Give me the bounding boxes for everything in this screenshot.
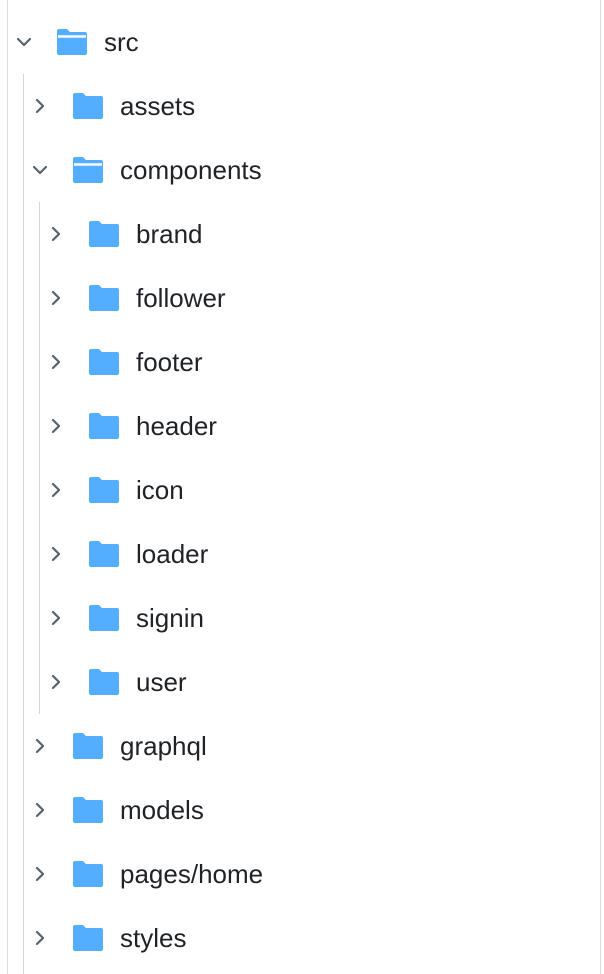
tree-item-label: src xyxy=(104,27,139,57)
tree-item-label: models xyxy=(120,795,204,825)
tree-item-loader[interactable]: loader xyxy=(0,522,598,586)
tree-item-label: loader xyxy=(136,539,209,569)
tree-item-icon[interactable]: icon xyxy=(0,458,598,522)
folder-icon xyxy=(72,90,104,122)
tree-item-label: assets xyxy=(120,91,196,121)
folder-icon xyxy=(88,282,120,314)
chevron-right-icon[interactable] xyxy=(30,864,50,884)
tree-item-signin[interactable]: signin xyxy=(0,586,598,650)
chevron-right-icon[interactable] xyxy=(46,288,66,308)
folder-icon xyxy=(88,410,120,442)
tree-item-label: signin xyxy=(136,603,204,633)
tree-item-label: header xyxy=(136,411,217,441)
tree-item-label: brand xyxy=(136,219,203,249)
chevron-right-icon[interactable] xyxy=(30,736,50,756)
chevron-right-icon[interactable] xyxy=(46,608,66,628)
folder-icon xyxy=(88,602,120,634)
chevron-right-icon[interactable] xyxy=(46,544,66,564)
folder-icon xyxy=(72,922,104,954)
tree-item-components[interactable]: components xyxy=(0,138,598,202)
tree-item-label: follower xyxy=(136,283,226,313)
tree-item-footer[interactable]: footer xyxy=(0,330,598,394)
folder-open-icon xyxy=(72,154,104,186)
chevron-right-icon[interactable] xyxy=(46,672,66,692)
tree-item-label: icon xyxy=(136,475,184,505)
chevron-right-icon[interactable] xyxy=(46,352,66,372)
chevron-right-icon[interactable] xyxy=(30,928,50,948)
tree-item-label: styles xyxy=(120,923,187,953)
folder-icon xyxy=(88,218,120,250)
tree-item-assets[interactable]: assets xyxy=(0,74,598,138)
chevron-right-icon[interactable] xyxy=(46,416,66,436)
tree-right-border xyxy=(600,0,601,974)
folder-icon xyxy=(88,538,120,570)
chevron-down-icon[interactable] xyxy=(30,160,50,180)
tree-item-user[interactable]: user xyxy=(0,650,598,714)
tree-item-label: footer xyxy=(136,347,203,377)
folder-icon xyxy=(72,858,104,890)
tree-item-src[interactable]: src xyxy=(0,10,598,74)
tree-item-label: graphql xyxy=(120,731,207,761)
folder-icon xyxy=(88,474,120,506)
tree-item-styles[interactable]: styles xyxy=(0,906,598,970)
tree-item-graphql[interactable]: graphql xyxy=(0,714,598,778)
tree-item-pages-home[interactable]: pages/home xyxy=(0,842,598,906)
folder-icon xyxy=(88,346,120,378)
folder-icon xyxy=(72,730,104,762)
folder-icon xyxy=(88,666,120,698)
tree-item-label: components xyxy=(120,155,262,185)
tree-item-label: pages/home xyxy=(120,859,264,889)
tree-item-models[interactable]: models xyxy=(0,778,598,842)
chevron-right-icon[interactable] xyxy=(46,224,66,244)
file-tree: src assets components brand follower foo… xyxy=(0,0,604,974)
tree-item-brand[interactable]: brand xyxy=(0,202,598,266)
folder-icon xyxy=(72,794,104,826)
chevron-right-icon[interactable] xyxy=(30,800,50,820)
chevron-down-icon[interactable] xyxy=(14,32,34,52)
chevron-right-icon[interactable] xyxy=(46,480,66,500)
tree-item-header[interactable]: header xyxy=(0,394,598,458)
tree-item-follower[interactable]: follower xyxy=(0,266,598,330)
folder-open-icon xyxy=(56,26,88,58)
chevron-right-icon[interactable] xyxy=(30,96,50,116)
tree-item-label: user xyxy=(136,667,187,697)
